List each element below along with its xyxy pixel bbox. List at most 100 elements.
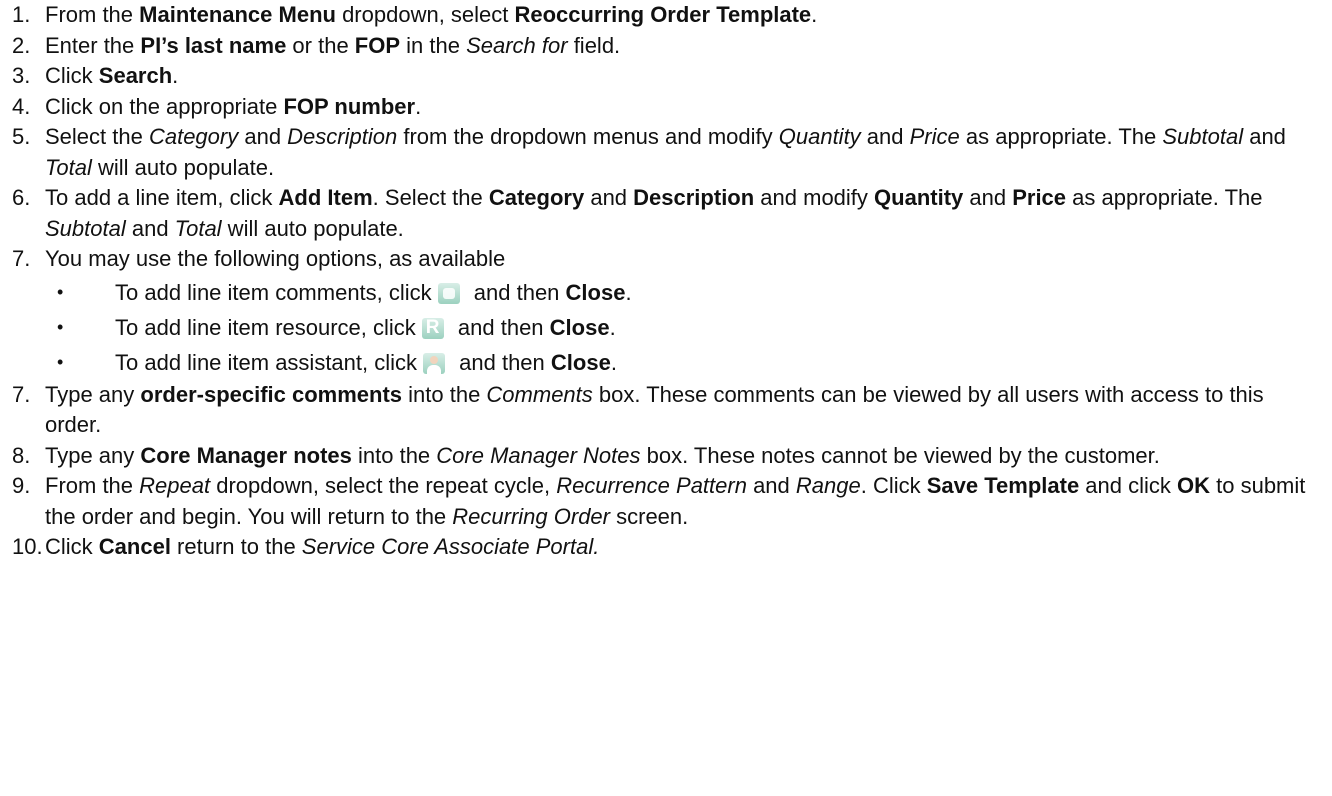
step-text: To add a line item, click Add Item. Sele…: [45, 183, 1318, 244]
bold-term: Price: [1012, 185, 1067, 210]
step-item: 9. From the Repeat dropdown, select the r…: [12, 471, 1318, 532]
assistant-icon: [423, 352, 446, 374]
text-run: To add a line item, click: [45, 185, 279, 210]
step-number: 5.: [12, 124, 31, 149]
text-run: and then: [467, 279, 566, 305]
text-run: and then: [451, 314, 550, 340]
text-run: Click: [45, 534, 99, 559]
step-text: Click Cancel return to the Service Core …: [45, 532, 1318, 563]
text-run: .: [610, 349, 617, 375]
text-run: and: [584, 185, 634, 210]
bold-term: FOP: [354, 32, 401, 58]
bold-term: OK: [1177, 473, 1211, 498]
italic-term: Total: [174, 215, 222, 241]
step-number: 7.: [12, 246, 31, 271]
step-text: Select the Category and Description from…: [45, 122, 1318, 183]
text-run: Select the: [45, 124, 149, 149]
bold-term: Maintenance Menu: [139, 2, 336, 27]
text-run: and: [238, 124, 288, 149]
italic-term: Core Manager Notes: [436, 442, 641, 468]
text-run: Enter the: [45, 32, 141, 58]
step-item: 2. Enter the PI’s last name or the FOP in…: [12, 31, 1318, 62]
text-run: .: [172, 63, 179, 88]
step-number: 3.: [12, 63, 31, 88]
step-item: 3. Click Search.: [12, 61, 1318, 92]
instruction-document: 1. From the Maintenance Menu dropdown, se…: [0, 0, 1332, 563]
text-run: Click: [45, 63, 99, 88]
step-text: Type any order-specific comments into th…: [45, 380, 1318, 441]
text-run: and: [860, 124, 910, 149]
text-run: field.: [567, 32, 621, 58]
step-item: 7. Type any order-specific comments into …: [12, 380, 1318, 441]
italic-term: Repeat: [139, 473, 211, 498]
italic-term: Subtotal: [1162, 124, 1244, 149]
step-number: 1.: [12, 2, 31, 27]
step-number: 6.: [12, 185, 31, 210]
text-run: . Select the: [372, 185, 489, 210]
italic-term: Search for: [466, 32, 568, 58]
text-run: and then: [453, 349, 551, 375]
text-run: return to the: [170, 534, 302, 559]
bold-term: Description: [633, 185, 755, 210]
option-text: To add line item comments, click and the…: [115, 275, 632, 310]
text-run: and click: [1079, 473, 1178, 498]
bold-term: Quantity: [874, 185, 964, 210]
bold-term: Search: [98, 63, 173, 88]
bold-term: Close: [550, 349, 611, 375]
bold-term: Category: [488, 185, 585, 210]
step-number: 10.: [12, 534, 43, 559]
italic-term: Category: [148, 124, 239, 149]
bold-term: Core Manager notes: [140, 442, 352, 468]
bold-term: Add Item: [278, 185, 373, 210]
text-run: Type any: [45, 381, 141, 407]
italic-term: Quantity: [778, 124, 861, 149]
bullet: •: [57, 281, 64, 302]
bold-term: PI’s last name: [140, 32, 287, 58]
step-text: Click Search.: [45, 61, 1318, 92]
text-run: From the: [45, 2, 140, 27]
step-item: 4. Click on the appropriate FOP number.: [12, 92, 1318, 123]
text-run: .: [811, 2, 818, 27]
italic-term: Range: [795, 473, 861, 498]
text-run: as appropriate. The: [959, 124, 1163, 149]
text-run: will auto populate.: [91, 154, 275, 180]
step-text: From the Repeat dropdown, select the rep…: [45, 471, 1318, 532]
text-run: and modify: [754, 185, 875, 210]
option-text: To add line item resource, click and the…: [115, 310, 616, 345]
text-run: .: [415, 93, 422, 119]
bold-term: Save Template: [926, 473, 1080, 498]
text-run: .: [625, 279, 632, 305]
bold-term: order-specific comments: [140, 381, 403, 407]
text-run: and: [1243, 124, 1286, 149]
bold-term: Close: [565, 279, 626, 305]
option-item: • To add line item resource, click and th…: [12, 310, 1318, 345]
text-run: screen.: [610, 503, 689, 529]
step-text: Type any Core Manager notes into the Cor…: [45, 441, 1318, 472]
text-run: You may use the following options, as av…: [45, 246, 506, 271]
text-run: box. These notes cannot be viewed by the…: [640, 442, 1160, 468]
step-item: 10. Click Cancel return to the Service Co…: [12, 532, 1318, 563]
text-run: Click on the appropriate: [45, 93, 284, 119]
step-text: From the Maintenance Menu dropdown, sele…: [45, 0, 1318, 31]
text-run: and: [125, 215, 175, 241]
resource-icon: [421, 317, 444, 339]
bullet: •: [57, 316, 64, 337]
step-item: 6. To add a line item, click Add Item. Se…: [12, 183, 1318, 244]
text-run: To add line item comments, click: [115, 279, 432, 305]
text-run: . Click: [860, 473, 927, 498]
italic-term: Price: [909, 124, 960, 149]
text-run: dropdown, select the repeat cycle,: [210, 473, 557, 498]
text-run: as appropriate. The: [1066, 185, 1263, 210]
step-item: 1. From the Maintenance Menu dropdown, se…: [12, 0, 1318, 31]
italic-term: Subtotal: [45, 215, 126, 241]
step-number: 9.: [12, 473, 31, 498]
text-run: into the: [402, 381, 487, 407]
text-run: or the: [286, 32, 355, 58]
text-run: and: [746, 473, 796, 498]
step-number: 8.: [12, 442, 31, 468]
bold-term: Reoccurring Order Template: [514, 2, 812, 27]
italic-term: Recurrence Pattern: [556, 473, 747, 498]
step-text: Enter the PI’s last name or the FOP in t…: [45, 31, 1318, 62]
text-run: and: [963, 185, 1013, 210]
bullet: •: [57, 351, 64, 372]
